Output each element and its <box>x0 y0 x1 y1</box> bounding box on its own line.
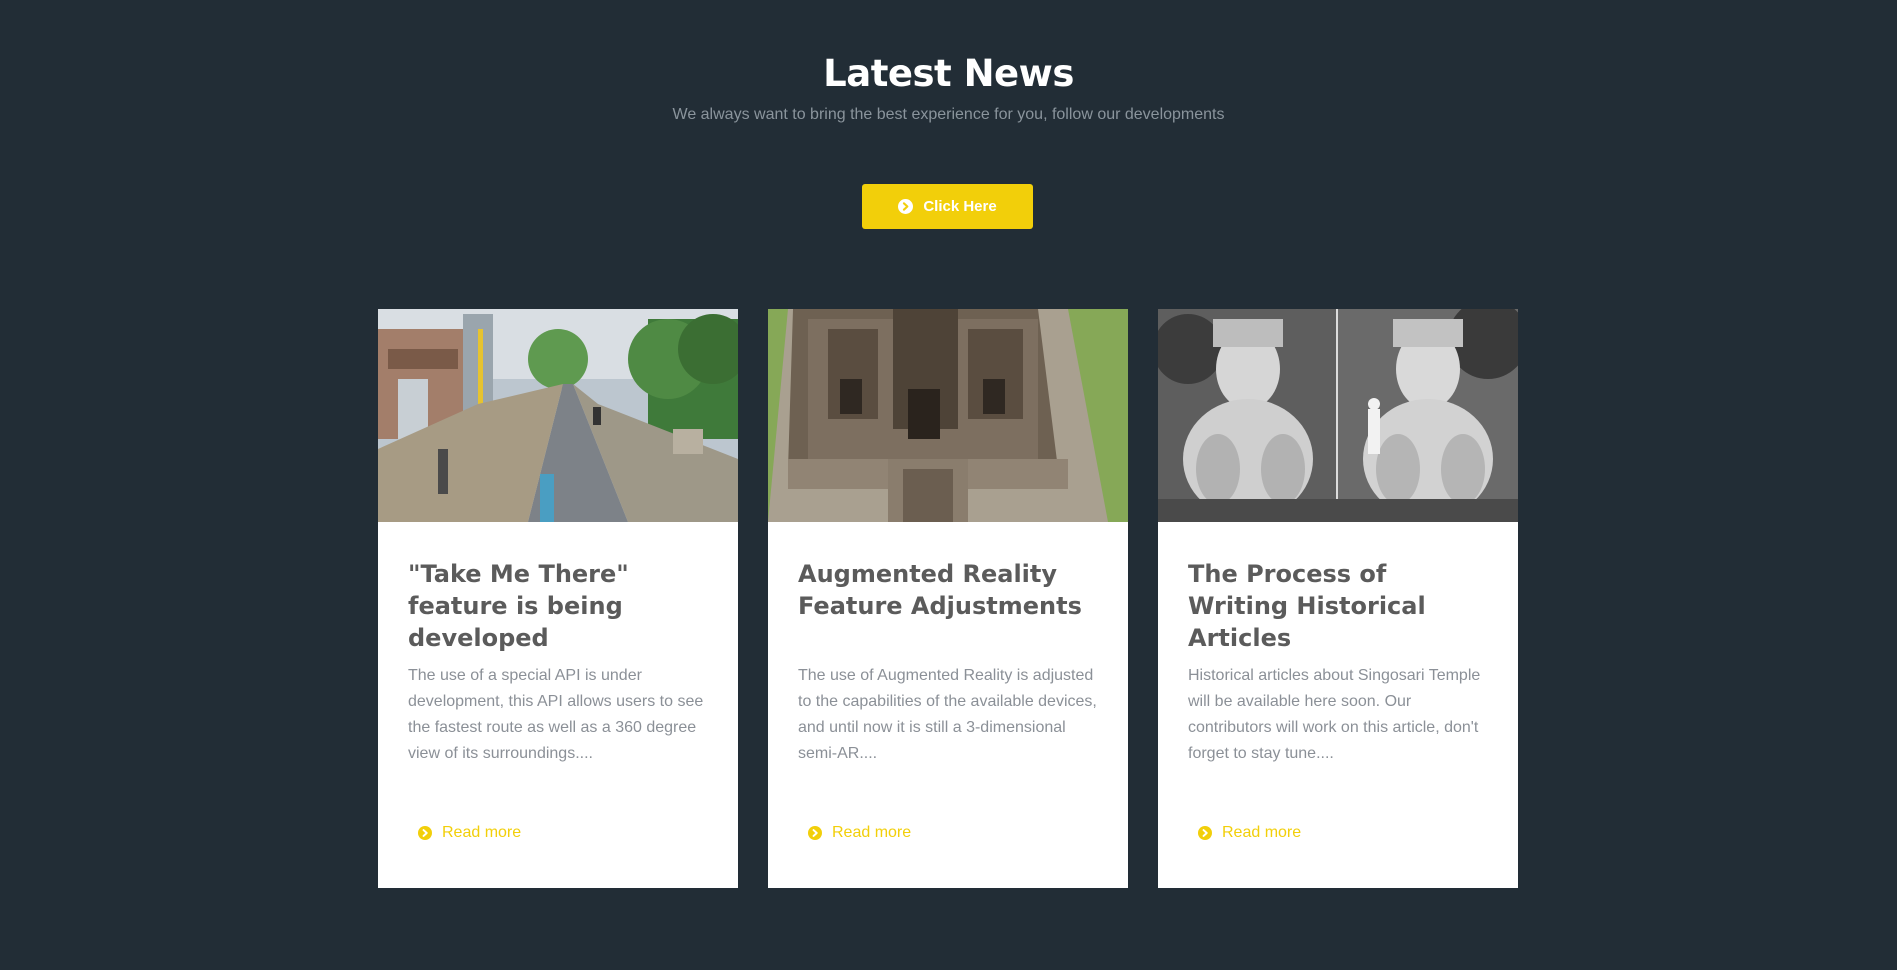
section-title: Latest News <box>823 52 1074 95</box>
read-more-link[interactable]: Read more <box>418 824 521 842</box>
chevron-circle-right-icon <box>418 826 432 840</box>
card-excerpt: The use of Augmented Reality is adjusted… <box>798 667 1097 762</box>
card-excerpt: Historical articles about Singosari Temp… <box>1188 667 1481 762</box>
card-excerpt: The use of a special API is under develo… <box>408 667 704 762</box>
news-cards: "Take Me There" feature is being develop… <box>378 309 1518 888</box>
street-view-photo[interactable] <box>378 309 738 522</box>
news-card: "Take Me There" feature is being develop… <box>378 309 738 888</box>
read-more-label: Read more <box>442 824 522 841</box>
temple-aerial-photo[interactable] <box>768 309 1128 522</box>
read-more-link[interactable]: Read more <box>808 824 911 842</box>
card-title[interactable]: The Process of Writing Historical Articl… <box>1188 558 1488 654</box>
chevron-circle-right-icon <box>898 199 914 214</box>
news-card: The Process of Writing Historical Articl… <box>1158 309 1518 888</box>
card-title[interactable]: Augmented Reality Feature Adjustments <box>798 558 1098 622</box>
section-subtitle: We always want to bring the best experie… <box>672 106 1225 123</box>
click-here-label: Click Here <box>923 198 997 215</box>
read-more-label: Read more <box>832 824 912 841</box>
click-here-button[interactable]: Click Here <box>862 184 1033 229</box>
latest-news-section: Latest News We always want to bring the … <box>0 0 1897 970</box>
read-more-link[interactable]: Read more <box>1198 824 1301 842</box>
read-more-label: Read more <box>1222 824 1302 841</box>
card-title[interactable]: "Take Me There" feature is being develop… <box>408 558 708 654</box>
chevron-circle-right-icon <box>808 826 822 840</box>
statue-historical-photo[interactable] <box>1158 309 1518 522</box>
chevron-circle-right-icon <box>1198 826 1212 840</box>
news-card: Augmented Reality Feature Adjustments Th… <box>768 309 1128 888</box>
